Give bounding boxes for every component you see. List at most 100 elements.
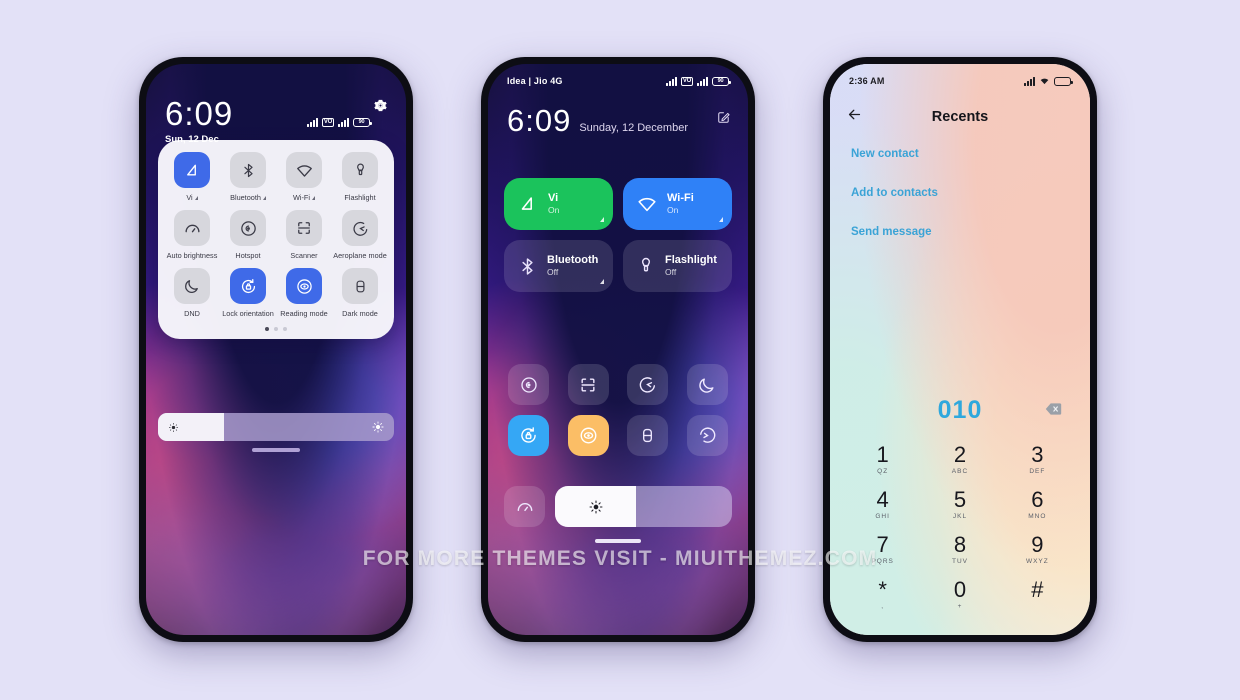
smalltile-auto-brightness[interactable] bbox=[504, 486, 545, 527]
lock-orientation-icon bbox=[521, 427, 537, 443]
hotspot-icon bbox=[230, 210, 266, 246]
tile-label: Lock orientation bbox=[222, 309, 274, 318]
phone-2-status-bar: Idea | Jio 4G VO 90 bbox=[488, 64, 748, 98]
key-8[interactable]: 8 TUV bbox=[921, 532, 998, 565]
dnd-moon-icon bbox=[174, 268, 210, 304]
phone-3-status-bar: 2:36 AM bbox=[830, 64, 1090, 98]
clock-date: Sunday, 12 December bbox=[579, 122, 688, 134]
brightness-slider[interactable] bbox=[555, 486, 732, 527]
dialer-keypad: 1 QZ 2 ABC 3 DEF 4 GHI 5 JKL 6 MNO 7 PQRS 8 TUV … bbox=[844, 442, 1076, 610]
tile-vi[interactable]: Vi bbox=[164, 152, 220, 202]
vi-icon bbox=[174, 152, 210, 188]
brightness-slider[interactable] bbox=[158, 413, 394, 441]
scanner-icon bbox=[581, 377, 595, 392]
key-hash[interactable]: # bbox=[999, 577, 1076, 610]
bigtile-name: Flashlight bbox=[665, 254, 717, 266]
key-3[interactable]: 3 DEF bbox=[999, 442, 1076, 475]
flashlight-icon bbox=[641, 257, 651, 272]
signal-icon-2 bbox=[697, 76, 708, 86]
control-center-header: 6:09 Sunday, 12 December bbox=[507, 104, 731, 138]
phone-1-screen: 6:09 Sun, 12 Dec VO 90 Vi Bluetooth Wi-F… bbox=[146, 64, 406, 635]
action-new-contact[interactable]: New contact bbox=[851, 148, 938, 160]
home-indicator-handle[interactable] bbox=[252, 448, 300, 452]
smalltile-aeroplane-mode[interactable] bbox=[627, 364, 669, 405]
expand-arrow-icon bbox=[262, 195, 266, 200]
backspace-button[interactable] bbox=[1045, 402, 1062, 421]
tile-scanner[interactable]: Scanner bbox=[276, 210, 332, 260]
phone-1-status-icons: VO 90 bbox=[146, 114, 388, 130]
smalltile-dnd[interactable] bbox=[686, 364, 728, 405]
tile-dnd[interactable]: DND bbox=[164, 268, 220, 318]
key-1[interactable]: 1 QZ bbox=[844, 442, 921, 475]
expand-arrow-icon bbox=[600, 279, 604, 284]
battery-icon: 90 bbox=[712, 76, 731, 86]
expand-arrow-icon bbox=[312, 195, 316, 200]
bigtile-bluetooth[interactable]: Bluetooth Off bbox=[504, 240, 613, 292]
home-indicator-handle[interactable] bbox=[595, 539, 641, 543]
tile-label: Aeroplane mode bbox=[333, 251, 387, 260]
smalltile-screen-cast[interactable] bbox=[686, 415, 728, 456]
tile-label: Reading mode bbox=[280, 309, 328, 318]
bigtile-vi[interactable]: Vi On bbox=[504, 178, 613, 230]
smalltile-dark-mode[interactable] bbox=[627, 415, 669, 456]
auto-brightness-icon bbox=[517, 502, 532, 511]
quick-settings-grid: Vi Bluetooth Wi-Fi Flashlight Auto brigh… bbox=[164, 152, 388, 318]
tile-wifi[interactable]: Wi-Fi bbox=[276, 152, 332, 202]
brightness-fill bbox=[555, 486, 637, 527]
key-9[interactable]: 9 WXYZ bbox=[999, 532, 1076, 565]
tile-aeroplane-mode[interactable]: Aeroplane mode bbox=[332, 210, 388, 260]
key-0[interactable]: 0 + bbox=[921, 577, 998, 610]
tile-flashlight[interactable]: Flashlight bbox=[332, 152, 388, 202]
signal-icon-2 bbox=[338, 117, 349, 127]
battery-icon bbox=[1054, 76, 1073, 86]
expand-arrow-icon bbox=[194, 195, 198, 200]
brightness-track bbox=[224, 413, 394, 441]
control-center-card: Vi Bluetooth Wi-Fi Flashlight Auto brigh… bbox=[158, 140, 394, 339]
smalltile-hotspot[interactable] bbox=[508, 364, 550, 405]
dark-mode-icon bbox=[342, 268, 378, 304]
key-5[interactable]: 5 JKL bbox=[921, 487, 998, 520]
action-add-to-contacts[interactable]: Add to contacts bbox=[851, 187, 938, 199]
bigtile-state: Off bbox=[665, 267, 677, 277]
status-time: 2:36 AM bbox=[849, 76, 885, 86]
tile-dark-mode[interactable]: Dark mode bbox=[332, 268, 388, 318]
tile-lock-orientation[interactable]: Lock orientation bbox=[220, 268, 276, 318]
wifi-icon bbox=[1040, 78, 1049, 85]
big-tiles-grid: Vi On Wi-Fi On Bluetooth Off Flashlight … bbox=[504, 178, 732, 292]
tile-bluetooth[interactable]: Bluetooth bbox=[220, 152, 276, 202]
brightness-fill bbox=[158, 413, 225, 441]
page-indicator-dots[interactable] bbox=[164, 327, 388, 331]
back-button[interactable] bbox=[846, 106, 863, 128]
gear-icon bbox=[374, 99, 387, 112]
tile-reading-mode[interactable]: Reading mode bbox=[276, 268, 332, 318]
phone-3-frame: 2:36 AM Recents New contact Add to conta… bbox=[823, 57, 1097, 642]
auto-brightness-icon bbox=[174, 210, 210, 246]
phone-3-screen: 2:36 AM Recents New contact Add to conta… bbox=[830, 64, 1090, 635]
reading-mode-eye-icon bbox=[580, 427, 597, 444]
wallpaper-blurred bbox=[488, 64, 748, 635]
smalltile-scanner[interactable] bbox=[567, 364, 609, 405]
key-7[interactable]: 7 PQRS bbox=[844, 532, 921, 565]
tile-hotspot[interactable]: Hotspot bbox=[220, 210, 276, 260]
edit-tiles-button[interactable] bbox=[716, 110, 731, 130]
reading-mode-eye-icon bbox=[286, 268, 322, 304]
action-send-message[interactable]: Send message bbox=[851, 226, 938, 238]
dot-1 bbox=[265, 327, 269, 331]
edit-pencil-icon bbox=[718, 112, 730, 123]
carrier-label: Idea | Jio 4G bbox=[507, 76, 563, 86]
lock-orientation-icon bbox=[230, 268, 266, 304]
key-star[interactable]: *, bbox=[844, 577, 921, 610]
key-2[interactable]: 2 ABC bbox=[921, 442, 998, 475]
screenshot-stage: 6:09 Sun, 12 Dec VO 90 Vi Bluetooth Wi-F… bbox=[0, 0, 1240, 700]
phone-2-screen: Idea | Jio 4G VO 90 6:09 Sunday, 12 Dece… bbox=[488, 64, 748, 635]
smalltile-reading-mode[interactable] bbox=[567, 415, 609, 456]
signal-icon bbox=[1024, 76, 1035, 86]
wifi-icon bbox=[286, 152, 322, 188]
bigtile-flashlight[interactable]: Flashlight Off bbox=[623, 240, 732, 292]
tile-auto-brightness[interactable]: Auto brightness bbox=[164, 210, 220, 260]
key-4[interactable]: 4 GHI bbox=[844, 487, 921, 520]
dot-3 bbox=[283, 327, 287, 331]
smalltile-lock-orientation[interactable] bbox=[508, 415, 550, 456]
bigtile-wifi[interactable]: Wi-Fi On bbox=[623, 178, 732, 230]
key-6[interactable]: 6 MNO bbox=[999, 487, 1076, 520]
